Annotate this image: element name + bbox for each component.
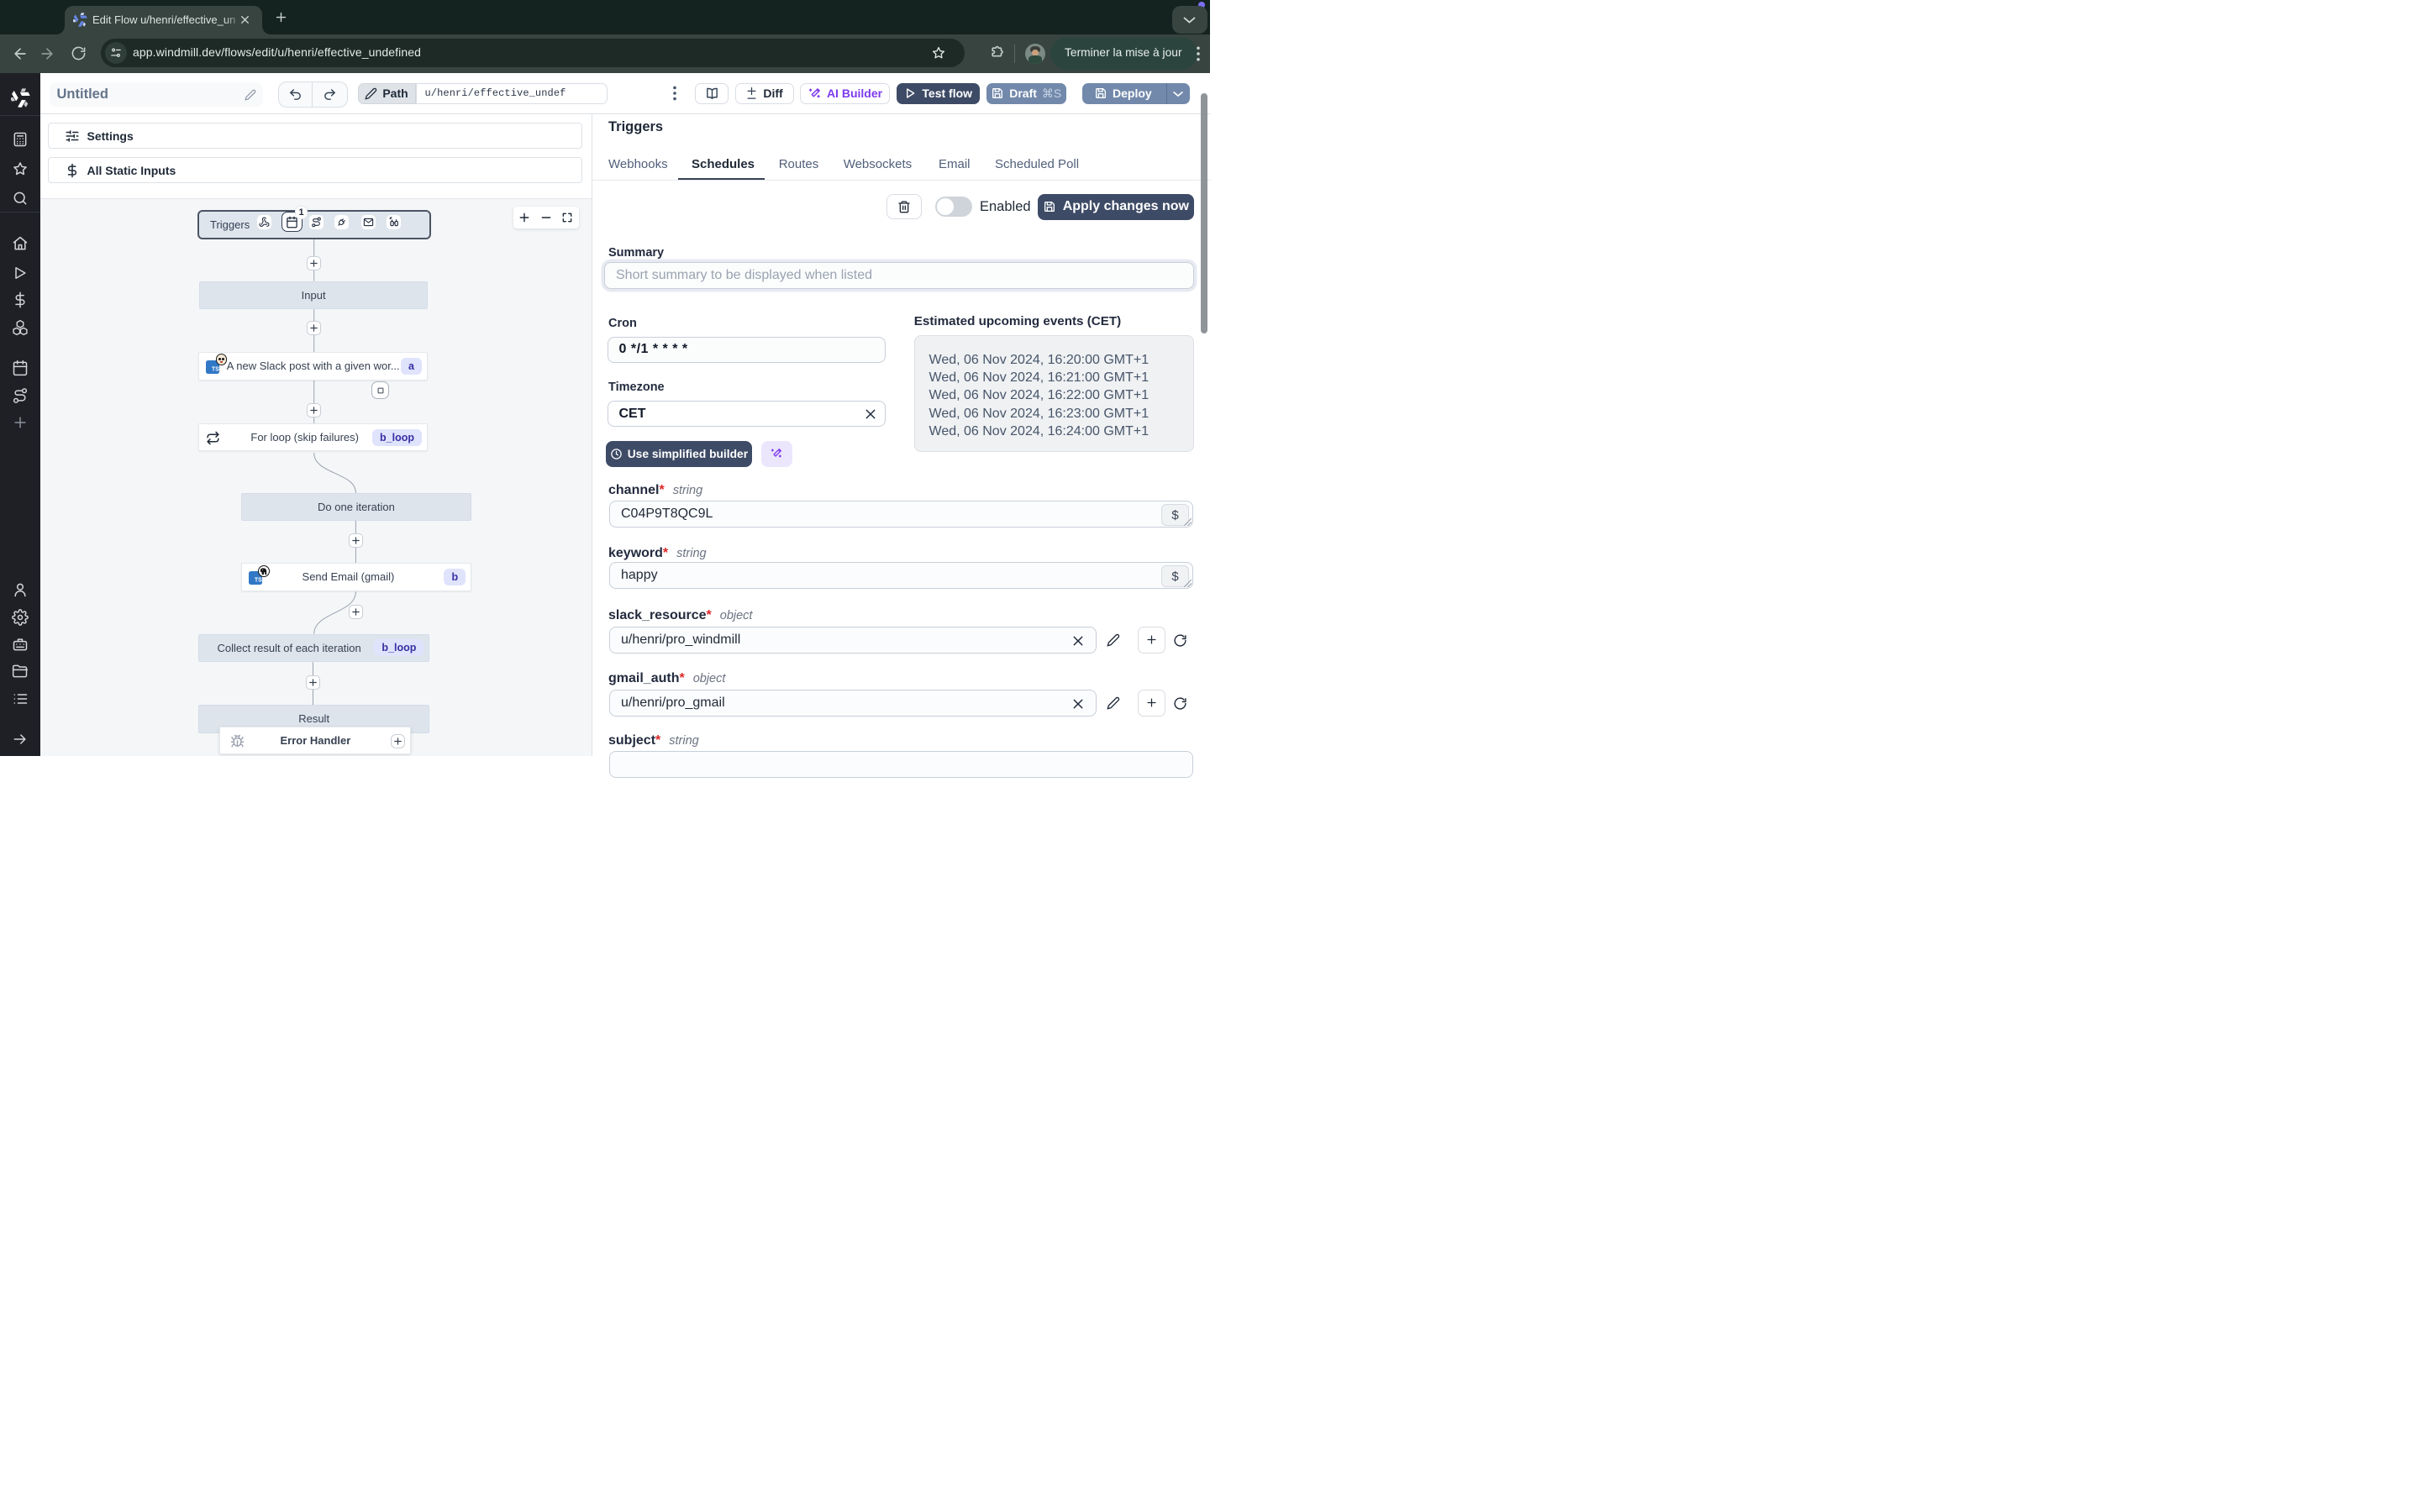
svg-text:TS: TS: [255, 578, 262, 584]
svg-text:TS: TS: [212, 366, 219, 372]
